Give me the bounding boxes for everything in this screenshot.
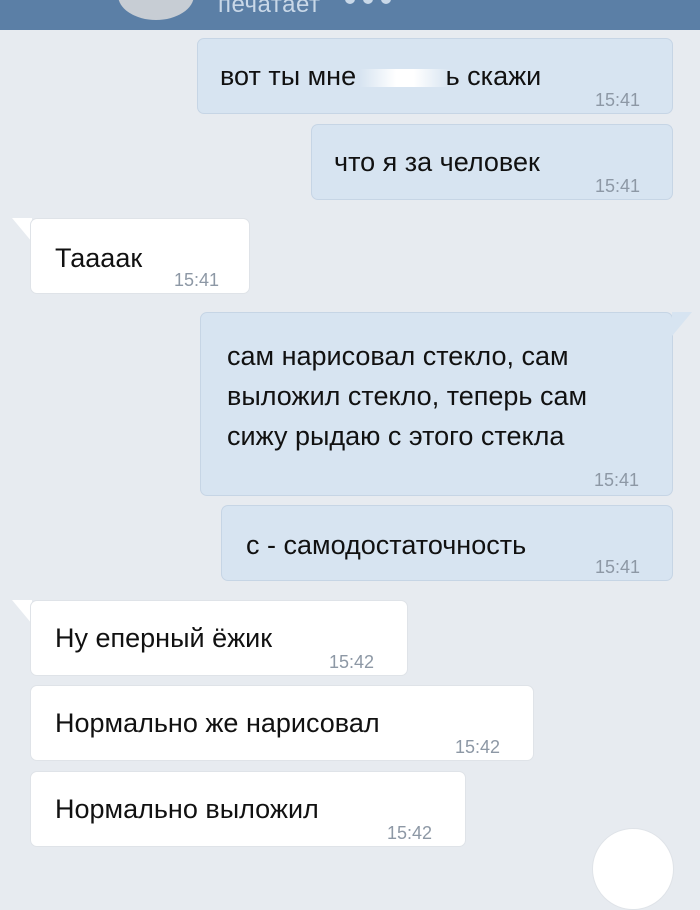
message-line: выложил стекло, теперь сам (227, 381, 588, 411)
message-text: вот ты мне ь скажи (220, 57, 541, 95)
bubble-tail (12, 218, 32, 242)
message-incoming[interactable]: Ну еперный ёжик 15:42 (30, 600, 408, 676)
message-line: сам нарисовал стекло, сам (227, 341, 569, 371)
message-text: Нормально же нарисовал (55, 708, 380, 738)
message-text: Таааак (55, 243, 143, 273)
message-time: 15:42 (329, 652, 375, 672)
message-time: 15:41 (595, 90, 641, 110)
message-incoming[interactable]: Нормально же нарисовал 15:42 (30, 685, 534, 761)
message-incoming[interactable]: Нормально выложил 15:42 (30, 771, 466, 847)
scroll-down-button[interactable] (592, 828, 674, 910)
chat-header: печатает (0, 0, 700, 30)
contact-avatar[interactable] (118, 0, 194, 20)
bubble-tail (672, 312, 692, 336)
message-text: Ну еперный ёжик (55, 623, 273, 653)
message-time: 15:41 (594, 470, 640, 490)
message-text-part: вот ты мне (220, 61, 364, 91)
message-text-part: ь скажи (445, 61, 542, 91)
message-text: Нормально выложил (55, 794, 319, 824)
message-time: 15:41 (595, 557, 641, 577)
message-line: сижу рыдаю с этого стекла (227, 421, 565, 451)
message-time: 15:42 (455, 737, 501, 757)
typing-dots-icon (345, 0, 391, 4)
message-text: что я за человек (334, 147, 540, 177)
message-outgoing[interactable]: вот ты мне ь скажи 15:41 (197, 38, 673, 114)
bubble-tail (12, 600, 32, 624)
message-time: 15:41 (595, 176, 641, 196)
message-incoming[interactable]: Таааак 15:41 (30, 218, 250, 294)
typing-status: печатает (218, 0, 321, 18)
message-text: с - самодостаточность (246, 530, 527, 560)
message-outgoing[interactable]: что я за человек 15:41 (311, 124, 673, 200)
message-outgoing[interactable]: с - самодостаточность 15:41 (221, 505, 673, 581)
censor-blur (359, 68, 450, 87)
message-outgoing[interactable]: сам нарисовал стекло, сам выложил стекло… (200, 312, 673, 496)
message-time: 15:42 (387, 823, 433, 843)
message-time: 15:41 (174, 270, 220, 290)
